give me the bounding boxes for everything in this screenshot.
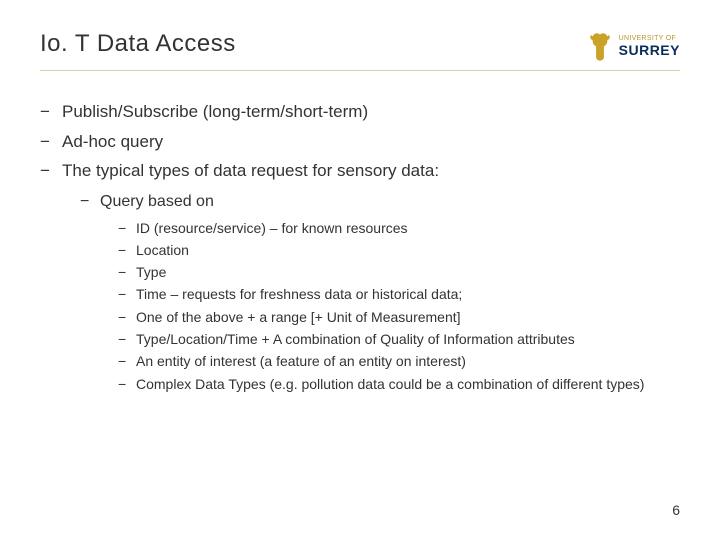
bullet-text: An entity of interest (a feature of an e… [136, 353, 466, 369]
content: Publish/Subscribe (long-term/short-term)… [40, 99, 680, 394]
bullet-text: Type [136, 264, 166, 280]
bullet-text: Publish/Subscribe (long-term/short-term) [62, 102, 368, 121]
university-logo: UNIVERSITY OF SURREY [587, 30, 680, 64]
list-item: Location [118, 240, 680, 260]
divider [40, 70, 680, 71]
list-item: An entity of interest (a feature of an e… [118, 351, 680, 371]
list-item: ID (resource/service) – for known resour… [118, 218, 680, 238]
bullet-text: ID (resource/service) – for known resour… [136, 220, 408, 236]
list-item: Query based on ID (resource/service) – f… [80, 190, 680, 394]
bullet-text: Complex Data Types (e.g. pollution data … [136, 376, 644, 392]
stag-icon [587, 30, 613, 64]
list-item: Publish/Subscribe (long-term/short-term) [40, 99, 680, 125]
bullet-text: The typical types of data request for se… [62, 161, 439, 180]
bullet-text: Location [136, 242, 189, 258]
list-item: Time – requests for freshness data or hi… [118, 284, 680, 304]
bullet-text: One of the above + a range [+ Unit of Me… [136, 309, 461, 325]
logo-text: UNIVERSITY OF SURREY [619, 35, 680, 58]
page-number: 6 [672, 502, 680, 518]
bullet-text: Type/Location/Time + A combination of Qu… [136, 331, 575, 347]
logo-line2: SURREY [619, 43, 680, 58]
list-item: The typical types of data request for se… [40, 158, 680, 394]
sub-list: Query based on ID (resource/service) – f… [80, 190, 680, 394]
list-item: Ad-hoc query [40, 129, 680, 155]
bullet-text: Query based on [100, 193, 214, 210]
bullet-list: Publish/Subscribe (long-term/short-term)… [40, 99, 680, 394]
bullet-text: Time – requests for freshness data or hi… [136, 286, 462, 302]
page-title: Io. T Data Access [40, 30, 236, 58]
list-item: Complex Data Types (e.g. pollution data … [118, 374, 680, 394]
list-item: One of the above + a range [+ Unit of Me… [118, 307, 680, 327]
slide: Io. T Data Access UNIVERSITY OF SURREY P… [0, 0, 720, 540]
header: Io. T Data Access UNIVERSITY OF SURREY [40, 30, 680, 64]
list-item: Type [118, 262, 680, 282]
sub-sub-list: ID (resource/service) – for known resour… [118, 218, 680, 394]
bullet-text: Ad-hoc query [62, 132, 163, 151]
list-item: Type/Location/Time + A combination of Qu… [118, 329, 680, 349]
